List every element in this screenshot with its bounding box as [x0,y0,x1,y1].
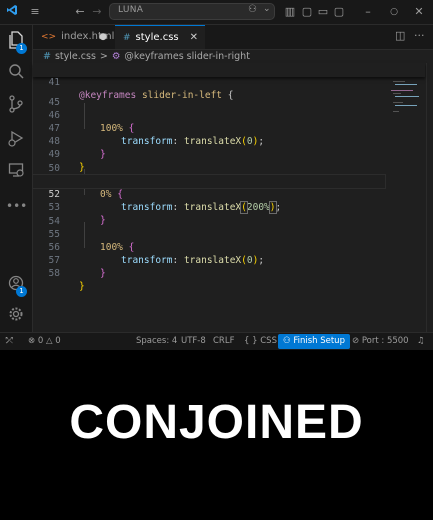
back-arrow-icon[interactable]: ← [74,4,86,20]
close-tab-icon[interactable]: ✕ [190,26,198,50]
code-line-56: 56 transform: translateX(0); [33,228,385,266]
line-number: 41 [48,77,60,89]
code-text: } [100,268,106,280]
vscode-logo-icon [5,4,19,20]
gear-icon[interactable] [6,306,26,326]
split-editor-icon[interactable]: ◫ [395,29,405,42]
html-file-icon: <> [41,32,57,42]
no-entry-icon: ⊘ [352,336,360,346]
caption-text: CONJOINED [69,396,364,449]
language-indicator[interactable]: { } CSS [244,333,277,350]
toggle-panel-icon[interactable]: ▭ [317,4,329,20]
remote-explorer-icon[interactable] [6,162,26,182]
code-line-52: 52 transform: translateX(200%); [32,173,386,215]
forward-arrow-icon[interactable]: → [91,4,103,20]
status-bar: ⤱ ⊗ 0 △ 0 Spaces: 4 UTF-8 CRLF { } CSS ⚇… [0,332,433,350]
live-server-port[interactable]: ⊘ Port : 5500 [352,333,409,350]
code-line-53: 53 } [33,188,385,226]
finish-setup-button[interactable]: ⚇ Finish Setup [278,334,350,349]
title-bar: ≡ ← → LUNA ⚇ ⌄ ▥ ▢ ▭ ▢ – ○ ✕ [0,0,433,25]
close-icon[interactable]: ✕ [413,4,425,20]
menu-icon[interactable]: ≡ [28,4,42,20]
error-count: 0 [37,336,44,346]
sticky-scroll-header[interactable]: 41 @keyframes slider-in-left { [33,63,425,101]
chevron-down-icon[interactable]: ⌄ [263,4,271,14]
code-line-49: 49 } [33,135,385,173]
css-file-icon: # [123,33,131,43]
copilot-icon[interactable]: ⚇ [248,4,257,15]
activity-bar: 1 ••• 1 [0,25,33,332]
modified-dot-icon: ● [99,32,107,42]
maximize-icon[interactable]: ○ [388,4,400,20]
braces-icon: { } [244,336,258,346]
breadcrumb-symbol[interactable]: @keyframes slider-in-right [124,51,250,62]
code-text: } [79,281,85,293]
code-editor[interactable]: 41 @keyframes slider-in-left { 45 46 100… [32,63,433,332]
code-line-55: 55 100% { [33,215,385,253]
run-and-debug-icon[interactable] [6,129,26,149]
notifications-bell-icon[interactable]: ♫ [417,333,425,350]
error-icon: ⊗ [28,336,36,346]
command-center-search[interactable]: LUNA ⚇ ⌄ [109,3,275,20]
breadcrumb: # style.css > ⚙ @keyframes slider-in-right [33,50,254,64]
code-line-54: 54 [33,202,385,227]
symbol-icon: ⚙ [111,51,121,62]
more-actions-icon[interactable]: ··· [414,29,425,42]
layout-icon[interactable]: ▥ [284,4,296,20]
code-line-47: 47 transform: translateX(0); [33,109,385,147]
breadcrumb-separator: > [99,51,108,62]
eol-indicator[interactable]: CRLF [213,333,234,350]
code-line-51: 51 0% { [33,162,385,200]
port-label: Port : 5500 [361,336,409,346]
search-icon[interactable] [6,63,26,83]
source-control-icon[interactable] [6,95,26,115]
toggle-sidebar-icon[interactable]: ▢ [301,4,313,20]
explorer-badge: 1 [16,43,27,54]
minimize-icon[interactable]: – [362,4,374,20]
tab-style-css[interactable]: # style.css ✕ [115,25,205,49]
encoding-indicator[interactable]: UTF-8 [181,333,206,350]
line-number: 58 [48,268,60,280]
code-line-58: 58 } [33,254,385,292]
finish-setup-label: Finish Setup [293,336,345,346]
language-label: CSS [260,336,277,346]
warning-count: 0 [55,336,61,346]
toggle-secondary-sidebar-icon[interactable]: ▢ [333,4,345,20]
indentation-indicator[interactable]: Spaces: 4 [136,333,177,350]
code-line-50: 50 @keyframes slider-in-right { [33,149,385,187]
code-line: @keyframes slider-in-left { [79,90,234,102]
problems-indicator[interactable]: ⊗ 0 △ 0 [28,333,61,350]
css-file-icon: # [43,51,51,62]
tab-label: style.css [135,32,179,43]
breadcrumb-file[interactable]: style.css [55,51,96,62]
more-icon[interactable]: ••• [6,196,27,216]
code-line-57: 57 } [33,241,385,279]
copilot-icon: ⚇ [283,336,291,346]
remote-indicator-icon[interactable]: ⤱ [6,333,13,350]
accounts-badge: 1 [16,286,27,297]
vscode-window: ≡ ← → LUNA ⚇ ⌄ ▥ ▢ ▭ ▢ – ○ ✕ 1 ••• 1 <> … [0,0,433,350]
editor-tabs: <> index.html ● # style.css ✕ ◫ ··· [33,25,433,50]
warning-icon: △ [45,336,53,346]
tab-index-html[interactable]: <> index.html ● [33,25,115,49]
code-line-48: 48 } [33,122,385,160]
vertical-scrollbar[interactable] [426,63,433,332]
workspace-name: LUNA [118,5,144,15]
